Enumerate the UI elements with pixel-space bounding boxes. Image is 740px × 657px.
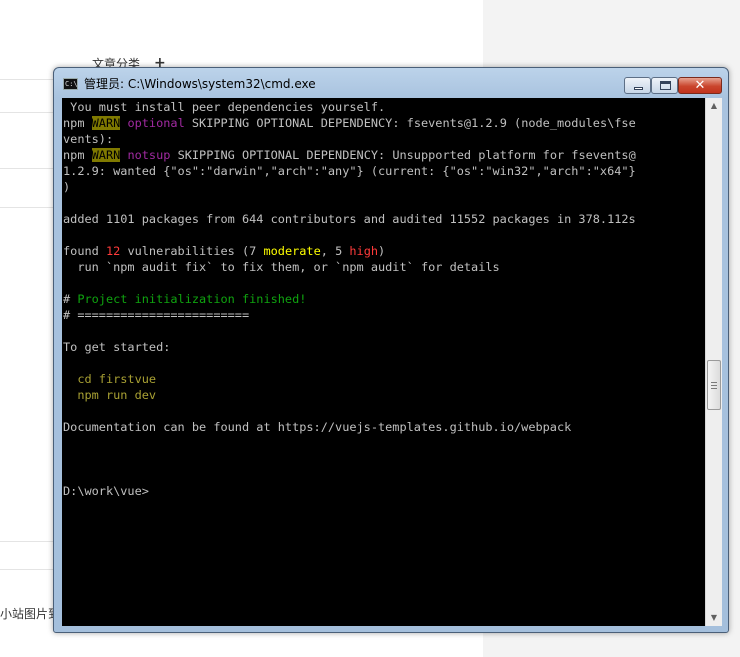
close-button[interactable]: ✕ bbox=[678, 77, 722, 94]
console-text: # ======================== bbox=[63, 308, 250, 322]
console-line: added 1101 packages from 644 contributor… bbox=[63, 211, 636, 227]
console-line: ) bbox=[63, 179, 636, 195]
console-text: npm bbox=[63, 116, 92, 130]
window-title: 管理员: C:\Windows\system32\cmd.exe bbox=[84, 77, 316, 91]
console-line: npm WARN notsup SKIPPING OPTIONAL DEPEND… bbox=[63, 147, 636, 163]
close-icon: ✕ bbox=[694, 78, 706, 93]
console-text: SKIPPING OPTIONAL DEPENDENCY: fsevents@1… bbox=[184, 116, 636, 130]
console-text: To get started: bbox=[63, 340, 171, 354]
console-line: To get started: bbox=[63, 339, 636, 355]
minimize-icon bbox=[634, 87, 643, 90]
console-text: # bbox=[63, 292, 78, 306]
console-text: 1.2.9: wanted {"os":"darwin","arch":"any… bbox=[63, 164, 636, 178]
console-icon[interactable]: C:\ bbox=[63, 78, 78, 90]
console-lines: You must install peer dependencies yours… bbox=[63, 99, 636, 499]
console-text: , 5 bbox=[320, 244, 350, 258]
console-text: SKIPPING OPTIONAL DEPENDENCY: Unsupporte… bbox=[170, 148, 636, 162]
console-line: # ======================== bbox=[63, 307, 636, 323]
grip-line bbox=[711, 382, 717, 383]
title-bar[interactable]: C:\ 管理员: C:\Windows\system32\cmd.exe ✕ bbox=[54, 68, 728, 98]
background-text: 小站图片到 bbox=[0, 607, 61, 621]
console-text: run `npm audit fix` to fix them, or `npm… bbox=[63, 260, 500, 274]
console-line: D:\work\vue> bbox=[63, 483, 636, 499]
scroll-up-arrow-icon[interactable]: ▲ bbox=[706, 98, 722, 114]
console-line: Documentation can be found at https://vu… bbox=[63, 419, 636, 435]
console-line: npm WARN optional SKIPPING OPTIONAL DEPE… bbox=[63, 115, 636, 131]
console-line: npm run dev bbox=[63, 387, 636, 403]
console-text: npm run dev bbox=[63, 388, 157, 402]
console-text: Project initialization finished! bbox=[77, 292, 307, 306]
console-text: WARN bbox=[91, 116, 121, 130]
cmd-window[interactable]: C:\ 管理员: C:\Windows\system32\cmd.exe ✕ Y… bbox=[53, 67, 729, 633]
console-text: found bbox=[63, 244, 106, 258]
divider bbox=[0, 541, 60, 542]
console-line: # Project initialization finished! bbox=[63, 291, 636, 307]
console-line: found 12 vulnerabilities (7 moderate, 5 … bbox=[63, 243, 636, 259]
scroll-thumb[interactable] bbox=[707, 360, 721, 410]
console-text: You must install peer dependencies yours… bbox=[63, 100, 386, 114]
console-text: optional bbox=[127, 116, 185, 130]
console-text: vents): bbox=[63, 132, 114, 146]
divider bbox=[0, 112, 60, 113]
grip-line bbox=[711, 388, 717, 389]
minimize-button[interactable] bbox=[624, 77, 651, 94]
console-text: ) bbox=[63, 180, 71, 194]
divider bbox=[0, 569, 60, 570]
divider bbox=[0, 79, 60, 80]
console-text: cd firstvue bbox=[63, 372, 157, 386]
scroll-down-arrow-icon[interactable]: ▼ bbox=[706, 610, 722, 626]
maximize-icon bbox=[660, 81, 671, 90]
console-text: WARN bbox=[91, 148, 121, 162]
console-line: 1.2.9: wanted {"os":"darwin","arch":"any… bbox=[63, 163, 636, 179]
console-text: D:\work\vue> bbox=[63, 484, 149, 498]
divider bbox=[0, 207, 60, 208]
grip-line bbox=[711, 385, 717, 386]
console-text: 12 bbox=[105, 244, 121, 258]
console-line: run `npm audit fix` to fix them, or `npm… bbox=[63, 259, 636, 275]
divider bbox=[0, 168, 60, 169]
vertical-scrollbar[interactable]: ▲ ▼ bbox=[705, 98, 722, 626]
console-text: vulnerabilities (7 bbox=[120, 244, 264, 258]
console-text: Documentation can be found at https://vu… bbox=[63, 420, 572, 434]
console-text: ) bbox=[378, 244, 386, 258]
console-line: cd firstvue bbox=[63, 371, 636, 387]
console-text: notsup bbox=[127, 148, 171, 162]
console-line: vents): bbox=[63, 131, 636, 147]
console-text: npm bbox=[63, 148, 92, 162]
console-text: moderate bbox=[263, 244, 321, 258]
console-line: You must install peer dependencies yours… bbox=[63, 99, 636, 115]
maximize-button[interactable] bbox=[651, 77, 678, 94]
console-text: high bbox=[349, 244, 379, 258]
console-text: added 1101 packages from 644 contributor… bbox=[63, 212, 636, 226]
console-output[interactable]: You must install peer dependencies yours… bbox=[62, 98, 705, 626]
